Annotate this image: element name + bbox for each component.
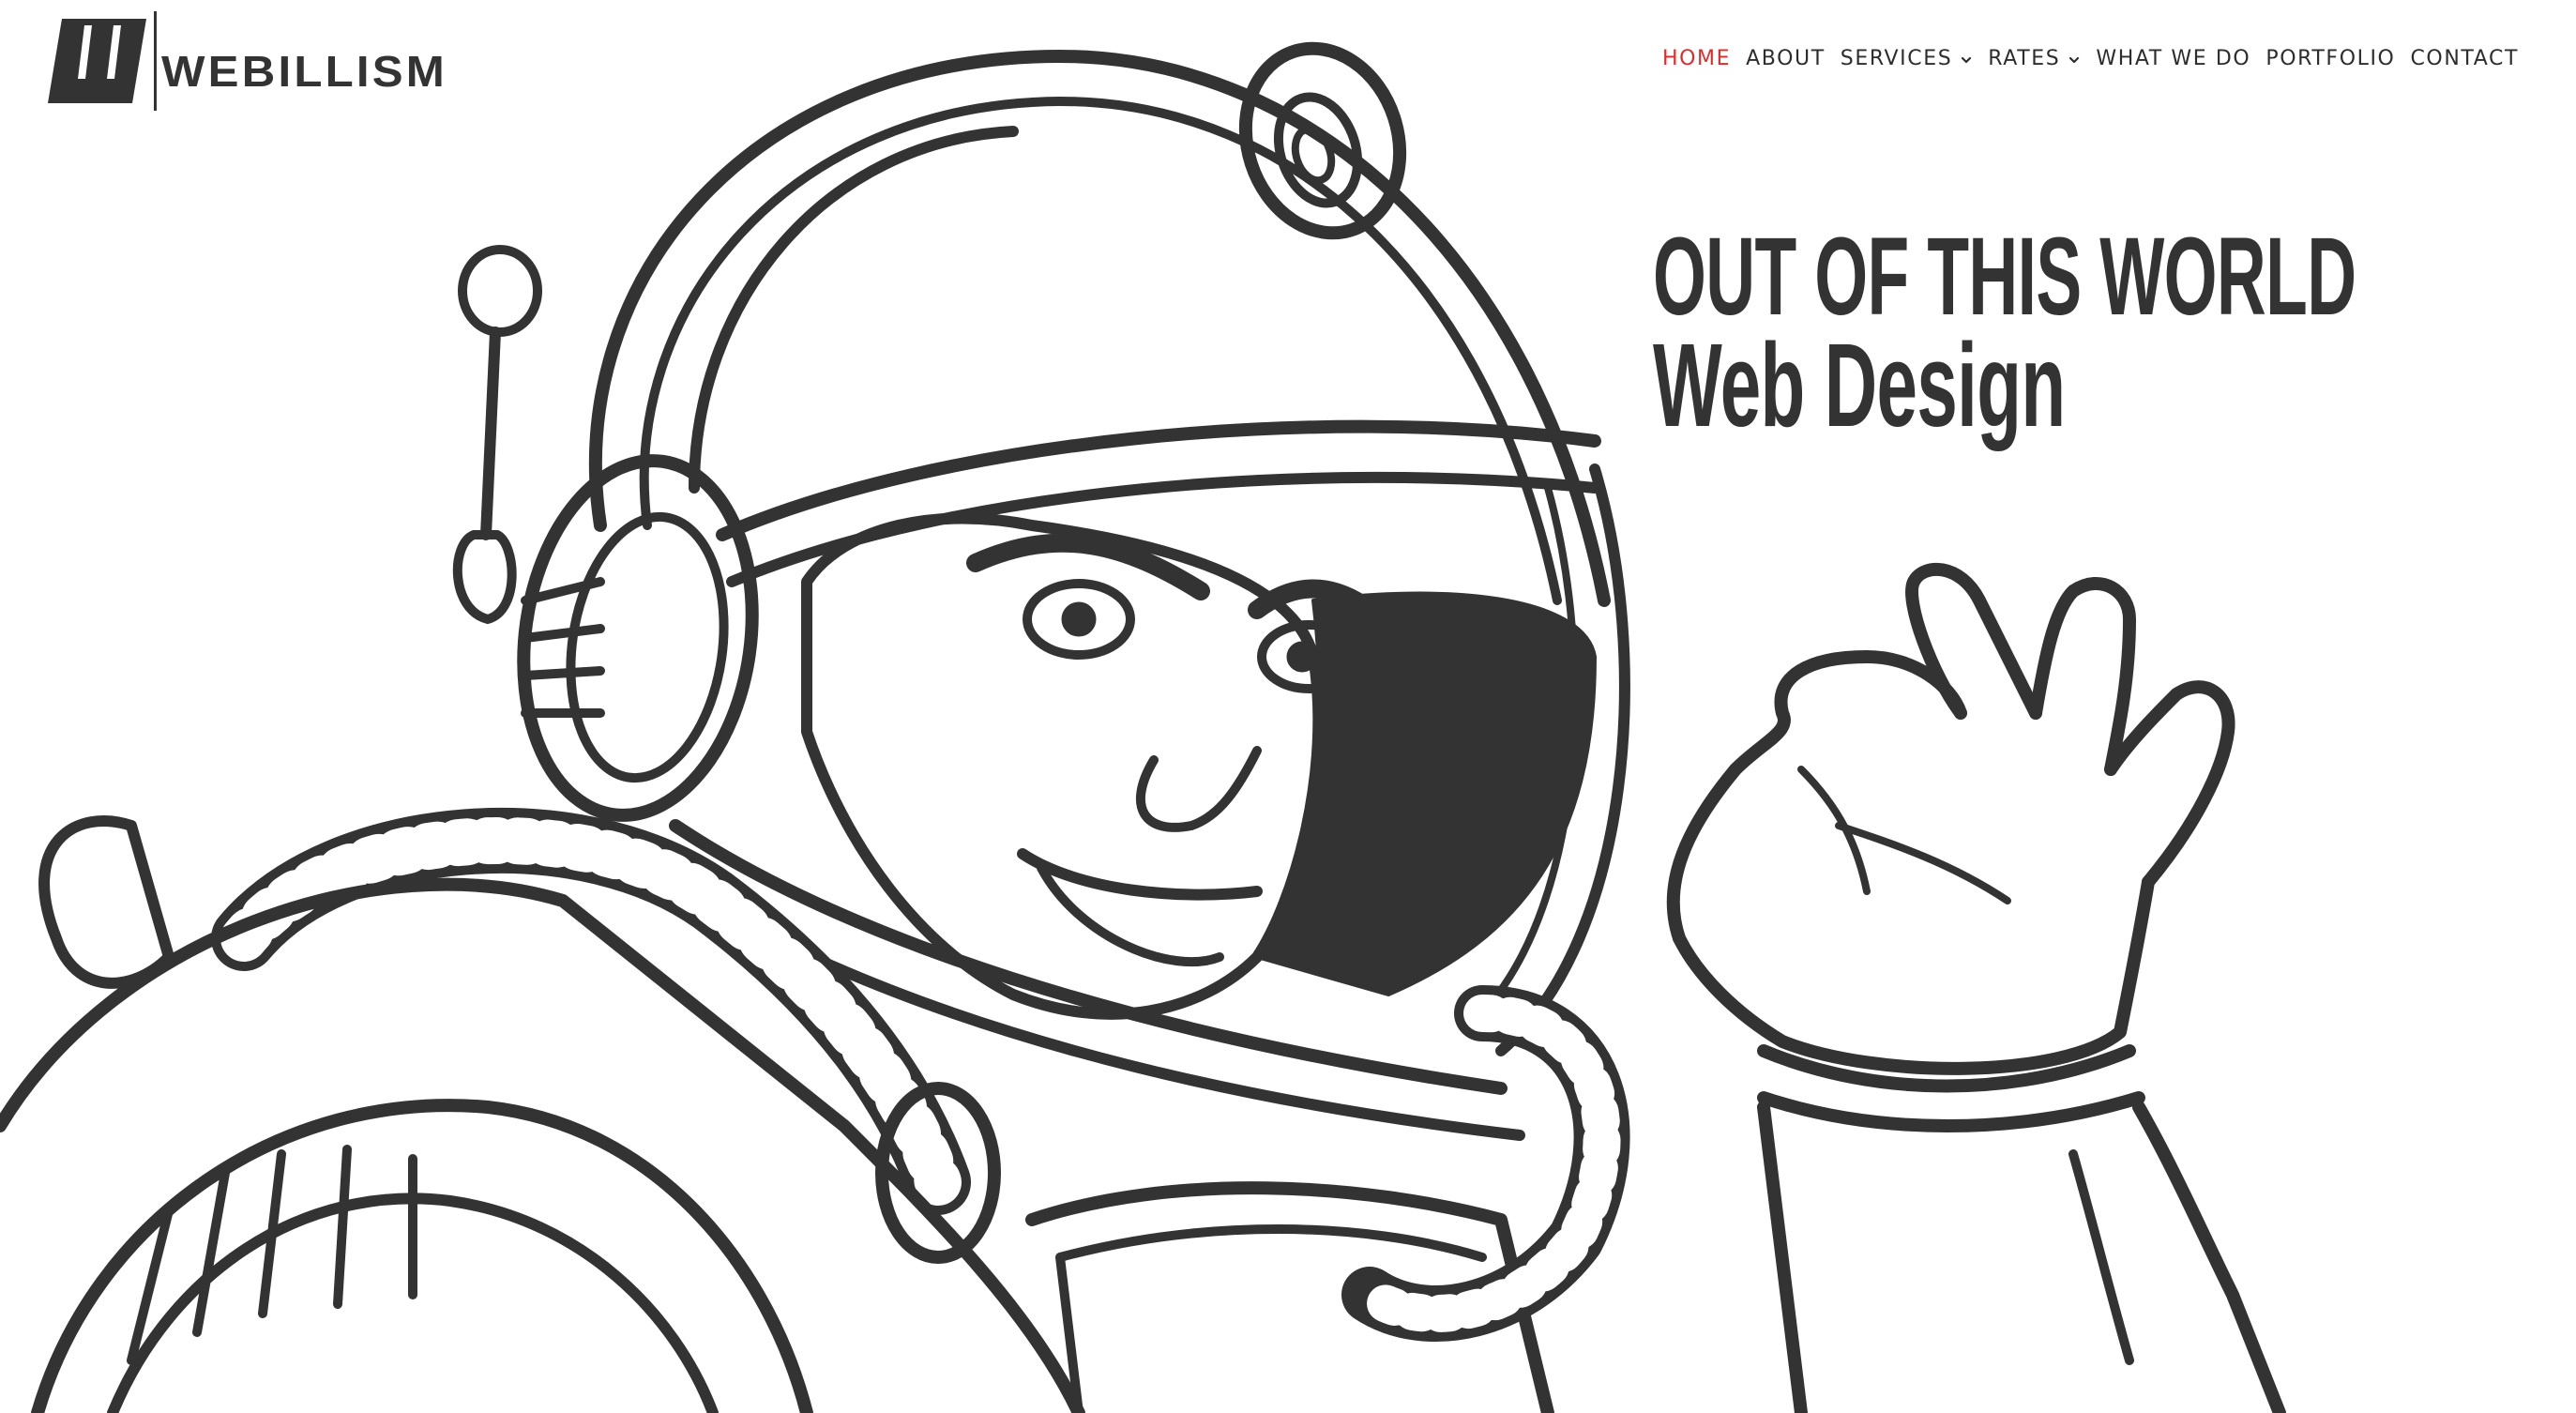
nav-item-services[interactable]: SERVICES [1841,47,1974,70]
nav-item-portfolio[interactable]: PORTFOLIO [2265,47,2395,70]
face [801,512,1325,1020]
nav-item-label: HOME [1662,46,1732,70]
nav-item-label: SERVICES [1840,46,1953,70]
logo-mark-icon [48,19,146,103]
nav-item-label: WHAT WE DO [2096,46,2251,70]
nav-item-what-we-do[interactable]: WHAT WE DO [2096,47,2250,70]
helmet-dome [589,50,1611,607]
collar-ring [669,819,1508,1095]
nav-item-rates[interactable]: RATES [1988,47,2081,70]
antenna-rod [480,327,501,540]
hero-headline: OUT OF THIS WORLD Web Design [1653,221,2576,445]
chevron-down-icon [2068,53,2081,67]
main-nav: HOME ABOUT SERVICES RATES WHAT WE DO POR… [1662,43,2519,73]
hero-headline-line2: Web Design [1653,319,2066,451]
suit-body [0,877,1085,1413]
visor [1495,463,1630,1056]
smile [1017,848,1263,901]
antenna-tip [458,245,542,337]
ear-radio [517,454,759,822]
astronaut-illustration [0,0,2576,1413]
nav-item-label: ABOUT [1746,46,1826,70]
helmet-lamp [1238,41,1407,240]
site-logo[interactable]: WEBILLISM [43,9,456,113]
nav-item-about[interactable]: ABOUT [1746,47,1826,70]
right-eye [1257,620,1360,693]
sleeve [1757,1101,1808,1413]
nav-item-label: CONTACT [2410,46,2519,70]
left-eye [1023,579,1135,660]
nav-item-label: RATES [1988,46,2061,70]
nav-item-contact[interactable]: CONTACT [2410,47,2519,70]
chevron-down-icon [1960,53,1973,67]
nav-item-label: PORTFOLIO [2265,46,2396,70]
air-hose [211,807,971,1215]
nav-item-home[interactable]: HOME [1662,47,1731,70]
glove-hand [1666,650,1967,945]
hero-headline-line1: OUT OF THIS WORLD [1653,215,2356,339]
logo-wordmark: WEBILLISM [161,47,447,96]
helmet-band [716,419,1601,541]
